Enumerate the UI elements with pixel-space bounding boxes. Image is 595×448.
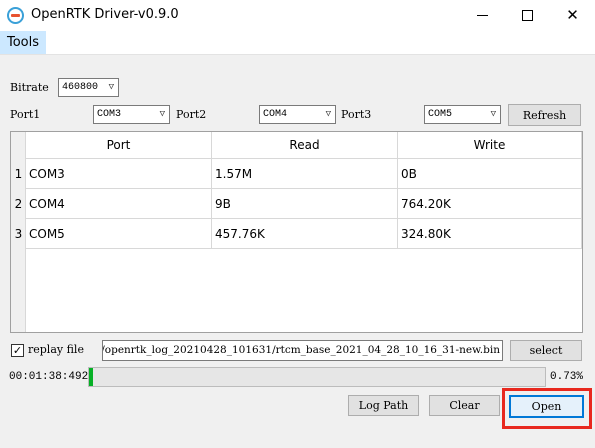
port2-select[interactable]: COM4 ▽ xyxy=(259,105,336,124)
column-header-write[interactable]: Write xyxy=(398,132,582,159)
refresh-button[interactable]: Refresh xyxy=(508,104,581,126)
column-header-read[interactable]: Read xyxy=(212,132,398,159)
port3-label: Port3 xyxy=(341,108,372,121)
progress-percent: 0.73% xyxy=(550,371,584,383)
menu-bar: Tools xyxy=(0,31,595,55)
progress-bar xyxy=(88,367,546,387)
chevron-down-icon: ▽ xyxy=(159,109,165,119)
table-cell-write[interactable]: 764.20K xyxy=(398,189,582,219)
elapsed-time: 00:01:38:492 xyxy=(9,371,89,383)
table-cell-write[interactable]: 0B xyxy=(398,159,582,189)
clear-button[interactable]: Clear xyxy=(429,395,500,416)
chevron-down-icon: ▽ xyxy=(325,109,331,119)
close-button[interactable]: ✕ xyxy=(550,0,595,31)
replay-file-path-input[interactable]: /openrtk_log_20210428_101631/rtcm_base_2… xyxy=(102,340,503,361)
window-title: OpenRTK Driver-v0.9.0 xyxy=(31,7,179,22)
port3-value: COM5 xyxy=(428,109,453,120)
title-bar: OpenRTK Driver-v0.9.0 ✕ xyxy=(0,0,595,31)
port1-select[interactable]: COM3 ▽ xyxy=(93,105,170,124)
bitrate-value: 460800 xyxy=(62,82,99,93)
check-icon: ✓ xyxy=(12,344,23,357)
port1-label: Port1 xyxy=(10,108,41,121)
app-logo-icon xyxy=(7,7,24,24)
bitrate-label: Bitrate xyxy=(10,81,49,94)
log-path-button[interactable]: Log Path xyxy=(348,395,419,416)
row-number: 1 xyxy=(14,167,23,181)
port-table: Port Read Write 1 COM3 1.57M 0B 2 COM4 9… xyxy=(10,131,583,333)
select-button[interactable]: select xyxy=(510,340,582,361)
port2-label: Port2 xyxy=(176,108,207,121)
bitrate-select[interactable]: 460800 ▽ xyxy=(58,78,119,97)
table-cell-port[interactable]: COM4 xyxy=(26,189,212,219)
maximize-icon xyxy=(522,10,533,21)
replay-file-path: /openrtk_log_20210428_101631/rtcm_base_2… xyxy=(102,344,500,356)
table-cell-port[interactable]: COM5 xyxy=(26,219,212,249)
minimize-button[interactable] xyxy=(460,0,505,31)
port3-select[interactable]: COM5 ▽ xyxy=(424,105,501,124)
table-cell-port[interactable]: COM3 xyxy=(26,159,212,189)
maximize-button[interactable] xyxy=(505,0,550,31)
menu-tools[interactable]: Tools xyxy=(0,31,47,54)
column-header-port[interactable]: Port xyxy=(26,132,212,159)
progress-fill xyxy=(89,368,94,386)
row-number: 2 xyxy=(14,197,23,211)
close-icon: ✕ xyxy=(566,6,579,24)
chevron-down-icon: ▽ xyxy=(108,82,114,92)
replay-label: replay file xyxy=(28,343,84,356)
highlight-box xyxy=(502,388,592,429)
replay-checkbox[interactable]: ✓ xyxy=(11,344,24,357)
table-cell-read[interactable]: 457.76K xyxy=(212,219,398,249)
port2-value: COM4 xyxy=(263,109,288,120)
row-number: 3 xyxy=(14,227,23,241)
table-cell-read[interactable]: 1.57M xyxy=(212,159,398,189)
minimize-icon xyxy=(477,15,488,16)
chevron-down-icon: ▽ xyxy=(490,109,496,119)
table-cell-write[interactable]: 324.80K xyxy=(398,219,582,249)
table-cell-read[interactable]: 9B xyxy=(212,189,398,219)
port1-value: COM3 xyxy=(97,109,122,120)
